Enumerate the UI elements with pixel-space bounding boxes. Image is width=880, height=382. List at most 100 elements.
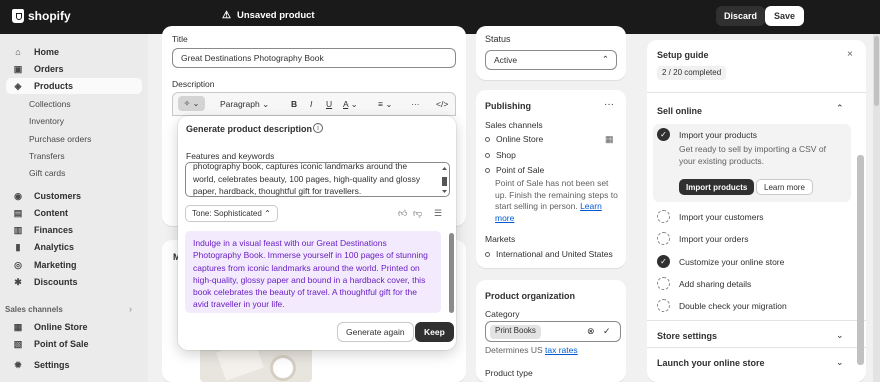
step-customize-store[interactable]: ✓ Customize your online store	[657, 255, 784, 268]
check-circle-icon[interactable]: ✓	[603, 326, 611, 337]
generated-description[interactable]: Indulge in a visual feast with our Great…	[185, 231, 441, 313]
discount-icon: ✱	[14, 276, 22, 287]
tax-rates-link[interactable]: tax rates	[545, 345, 578, 355]
chevron-down-icon[interactable]: ⌄	[836, 357, 844, 368]
step-import-products[interactable]: ✓ Import your products	[657, 128, 757, 141]
channel-shop: Shop	[485, 150, 516, 160]
title-label: Title	[172, 34, 188, 44]
sidebar-sub-transfers[interactable]: Transfers	[29, 151, 65, 161]
step-sharing-details[interactable]: Add sharing details	[657, 277, 751, 290]
text-color-button[interactable]: A ⌄	[343, 99, 358, 110]
more-button[interactable]: ···	[411, 99, 420, 109]
gear-icon: ✹	[14, 359, 22, 370]
check-icon: ✓	[657, 255, 670, 268]
divider	[647, 347, 866, 348]
market-item: International and United States	[485, 249, 613, 259]
sidebar-sub-gift-cards[interactable]: Gift cards	[29, 168, 65, 178]
sell-online-heading[interactable]: Sell online	[657, 106, 702, 116]
sidebar-item-finances[interactable]: ▥ Finances	[6, 222, 142, 238]
keywords-scrollbar[interactable]	[441, 165, 448, 195]
channel-label: Point of Sale	[496, 165, 545, 175]
generate-again-button[interactable]: Generate again	[337, 322, 414, 342]
step-label: Import your customers	[679, 211, 764, 222]
italic-button[interactable]: I	[310, 99, 312, 109]
dashed-circle-icon	[657, 277, 670, 290]
sidebar-sub-inventory[interactable]: Inventory	[29, 116, 64, 126]
channel-label: Online Store	[496, 134, 544, 144]
align-label: ≡	[378, 99, 383, 109]
chevron-up-icon[interactable]: ⌃	[836, 103, 844, 114]
sidebar-item-orders[interactable]: ▣ Orders	[6, 61, 142, 77]
coffee-cup-icon	[270, 355, 296, 381]
step-label: Import your orders	[679, 233, 749, 244]
bold-button[interactable]: B	[291, 99, 297, 109]
sidebar-item-content[interactable]: ▤ Content	[6, 205, 142, 221]
unsaved-status: ⚠ Unsaved product	[222, 10, 315, 21]
step-import-orders[interactable]: Import your orders	[657, 232, 748, 245]
text-color-label: A	[343, 99, 349, 109]
sidebar-item-label: Customers	[34, 191, 82, 201]
import-products-button[interactable]: Import products	[679, 179, 755, 195]
dashed-circle-icon	[657, 299, 670, 312]
paragraph-select[interactable]: Paragraph ⌄	[220, 99, 269, 110]
info-icon[interactable]: i	[313, 123, 323, 133]
person-icon: ◉	[14, 190, 22, 201]
close-icon[interactable]: ×	[847, 49, 853, 60]
align-button[interactable]: ≡ ⌄	[378, 99, 392, 110]
sidebar-sub-purchase-orders[interactable]: Purchase orders	[29, 134, 91, 144]
sidebar-item-products[interactable]: ◈ Products	[6, 78, 142, 94]
brand-name: shopify	[28, 9, 71, 23]
sidebar-item-label: Products	[34, 81, 74, 91]
learn-more-button[interactable]: Learn more	[756, 179, 813, 195]
thumbs-up-icon[interactable]: 👍︎	[398, 208, 407, 219]
discard-button[interactable]: Discard	[716, 6, 766, 26]
shopify-logo[interactable]: shopify	[12, 9, 71, 23]
dashed-circle-icon	[657, 210, 670, 223]
title-input[interactable]: Great Destinations Photography Book	[172, 48, 456, 68]
channel-dot	[485, 136, 490, 142]
step-double-check[interactable]: Double check your migration	[657, 299, 787, 312]
chevron-down-icon[interactable]: ⌄	[836, 330, 844, 341]
page-scrollbar-thumb[interactable]	[874, 36, 879, 106]
chart-icon: ▮	[15, 241, 21, 252]
sliders-icon[interactable]: ☰	[434, 208, 442, 219]
sidebar-sub-collections[interactable]: Collections	[29, 99, 71, 109]
calendar-icon[interactable]: ▦	[605, 134, 614, 145]
sidebar-item-online-store[interactable]: ▦ Online Store	[6, 319, 142, 335]
launch-store-heading[interactable]: Launch your online store	[657, 358, 765, 368]
channel-online-store: Online Store	[485, 134, 543, 144]
sidebar-item-home[interactable]: ⌂ Home	[6, 44, 142, 60]
rich-text-toolbar: Paragraph ⌄ B I U A ⌄ ≡ ⌄ ··· </>	[172, 92, 456, 116]
thumbs-down-icon[interactable]: 👎︎	[413, 208, 422, 219]
store-settings-heading[interactable]: Store settings	[657, 331, 717, 341]
sidebar-item-settings[interactable]: ✹ Settings	[6, 357, 142, 373]
code-button[interactable]: </>	[436, 99, 448, 109]
sidebar-item-discounts[interactable]: ✱ Discounts	[6, 274, 142, 290]
status-select[interactable]: Active ⌃	[485, 50, 617, 70]
sidebar-item-analytics[interactable]: ▮ Analytics	[6, 239, 142, 255]
chevron-right-icon[interactable]: ›	[129, 304, 132, 314]
keywords-label: Features and keywords	[186, 151, 275, 161]
progress-badge: 2 / 20 completed	[657, 66, 727, 80]
sidebar-item-customers[interactable]: ◉ Customers	[6, 188, 142, 204]
chevron-updown-icon: ⌃	[601, 54, 609, 64]
clear-icon[interactable]: ⊗	[587, 326, 595, 337]
category-tag[interactable]: Print Books	[490, 325, 541, 339]
sidebar-item-point-of-sale[interactable]: ▧ Point of Sale	[6, 336, 142, 352]
sidebar-item-marketing[interactable]: ◎ Marketing	[6, 257, 142, 273]
step-import-customers[interactable]: Import your customers	[657, 210, 764, 223]
status-label: Status	[485, 34, 511, 44]
dashed-circle-icon	[657, 232, 670, 245]
save-button[interactable]: Save	[765, 6, 805, 26]
setup-guide-scrollbar[interactable]	[857, 155, 864, 365]
channel-pos: Point of Sale	[485, 165, 544, 175]
status-value: Active	[494, 55, 518, 65]
ai-magic-button[interactable]: ✧ ⌄	[178, 96, 205, 111]
sidebar-item-label: Settings	[34, 360, 70, 370]
keywords-textarea[interactable]: photography book, captures iconic landma…	[185, 162, 450, 197]
more-icon[interactable]: ···	[604, 99, 614, 110]
generated-scrollbar[interactable]	[449, 233, 454, 313]
underline-button[interactable]: U	[326, 99, 332, 109]
tone-select[interactable]: Tone: Sophisticated ⌃	[185, 205, 278, 222]
keep-button[interactable]: Keep	[415, 322, 454, 342]
